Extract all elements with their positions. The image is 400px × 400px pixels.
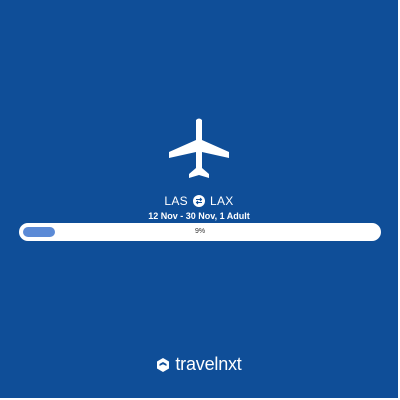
swap-arrows-icon [193,195,205,207]
progress-label: 9% [194,228,206,235]
loading-screen: LAS LAX 12 Nov - 30 Nov, 1 Adult 9% trav… [0,0,400,400]
destination-code: LAX [210,194,234,208]
origin-code: LAS [164,194,188,208]
airplane-icon [169,118,229,178]
trip-details: 12 Nov - 30 Nov, 1 Adult [148,211,250,221]
brand: travelnxt [0,354,398,375]
progress-bar: 9% [19,223,381,241]
brand-name: travelnxt [175,354,242,374]
route: LAS LAX [0,193,398,209]
travelnxt-logo-icon [157,357,170,372]
